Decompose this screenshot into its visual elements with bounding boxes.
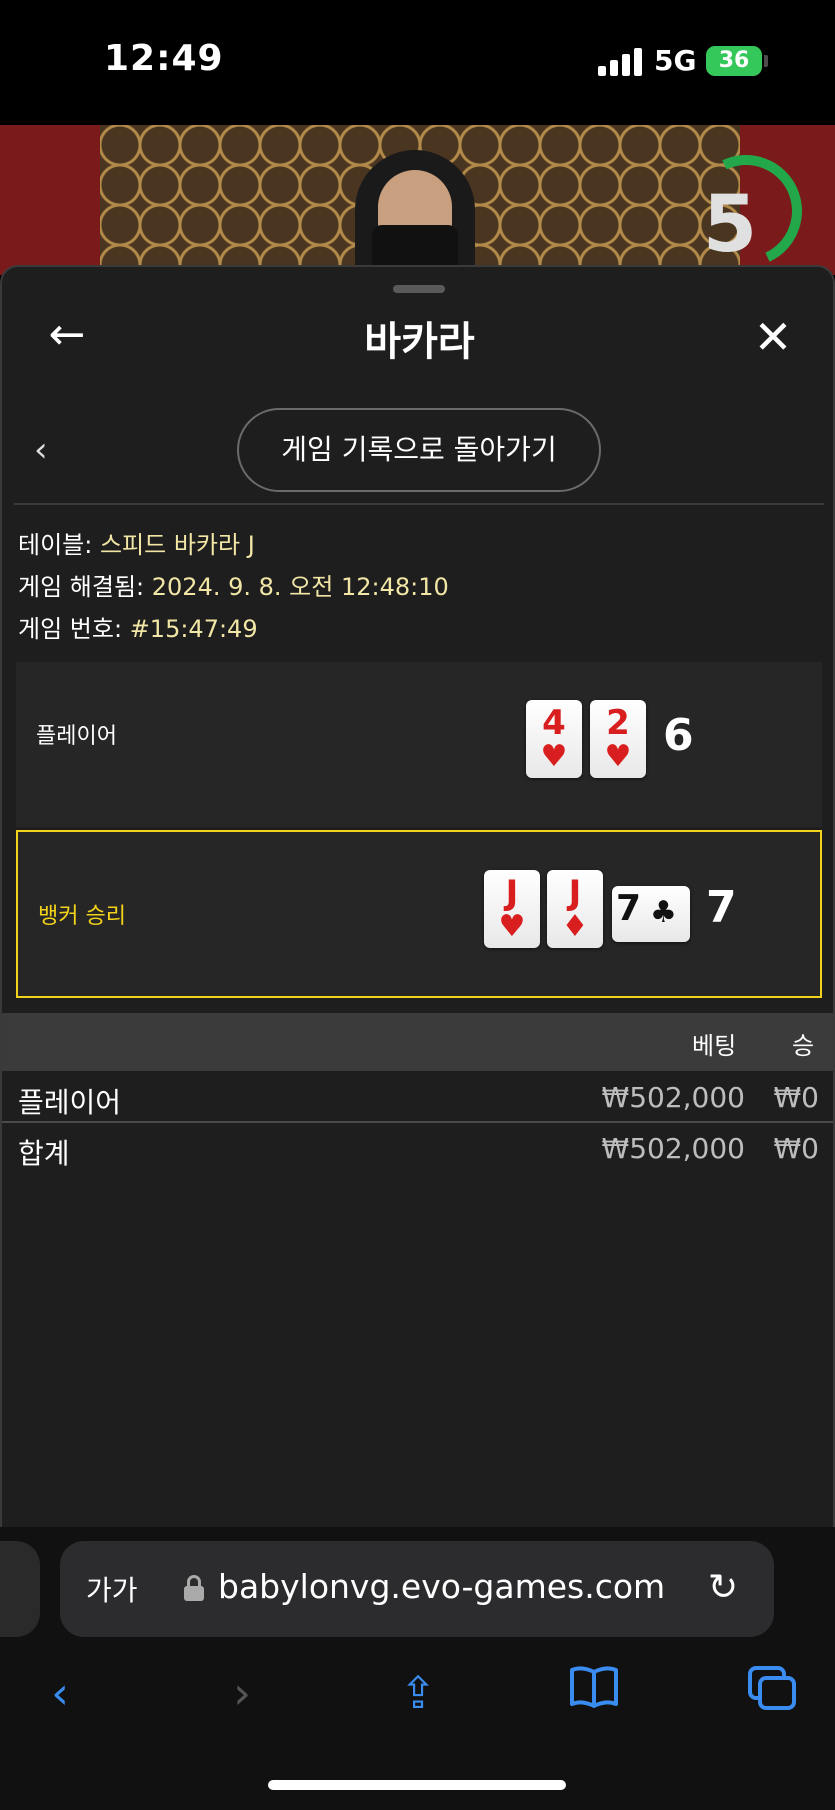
return-to-history-button[interactable]: 게임 기록으로 돌아가기	[237, 408, 601, 492]
countdown-timer: 5	[702, 180, 758, 270]
row-divider	[2, 1121, 833, 1123]
status-time: 12:49	[104, 38, 224, 79]
card-rank: 2	[606, 703, 630, 743]
share-icon[interactable]: ⇪	[388, 1664, 448, 1724]
playing-card: 2 ♥	[590, 700, 646, 778]
total-bet: ₩502,000	[601, 1132, 745, 1165]
total-win: ₩0	[773, 1132, 820, 1165]
banker-win-label: 뱅커 승리	[38, 904, 126, 929]
table-row: 플레이어 ₩502,000 ₩0	[2, 1073, 833, 1123]
win-amount: ₩0	[773, 1081, 820, 1114]
header-win: 승	[792, 1032, 815, 1060]
bet-amount: ₩502,000	[601, 1081, 745, 1114]
heart-suit-icon: ♥	[604, 739, 632, 774]
game-number-info: 게임 번호: #15:47:49	[18, 609, 258, 644]
table-row-total: 합계 ₩502,000 ₩0	[2, 1124, 833, 1174]
table-label: 테이블:	[18, 531, 93, 559]
divider	[14, 503, 824, 505]
playing-card: 4 ♥	[526, 700, 582, 778]
battery-cap	[764, 55, 768, 67]
network-type: 5G	[654, 44, 697, 77]
playing-card: J ♥	[484, 870, 540, 948]
table-value: 스피드 바카라 J	[99, 531, 255, 559]
bookmarks-icon[interactable]	[564, 1664, 624, 1724]
card-rank: 7	[616, 888, 642, 929]
player-hand-panel: 플레이어 4 ♥ 2 ♥ 6	[16, 662, 822, 827]
reload-icon[interactable]: ↻	[708, 1567, 738, 1608]
resolved-label: 게임 해결됨:	[18, 573, 145, 601]
cellular-signal-icon	[598, 48, 642, 76]
player-score: 6	[663, 710, 694, 761]
previous-tab-pill[interactable]	[0, 1541, 40, 1637]
close-icon[interactable]: ✕	[746, 310, 800, 364]
diamond-suit-icon: ♦	[561, 909, 589, 944]
card-rank: 4	[542, 703, 566, 743]
table-info: 테이블: 스피드 바카라 J	[18, 525, 255, 560]
playing-card: J ♦	[547, 870, 603, 948]
page-settings-button[interactable]: 가가	[86, 1569, 138, 1609]
playing-card: 7 ♣	[612, 886, 690, 942]
banker-score: 7	[706, 882, 737, 933]
bet-name: 플레이어	[18, 1086, 122, 1119]
resolved-value: 2024. 9. 8. 오전 12:48:10	[151, 573, 449, 601]
game-number-value: #15:47:49	[129, 615, 258, 643]
page-title: 바카라	[364, 319, 475, 365]
game-number-label: 게임 번호:	[18, 615, 123, 643]
banker-hand-panel: 뱅커 승리 J ♥ J ♦ 7 ♣ 7	[16, 830, 822, 998]
browser-bottom-bar: 가가 babylonvg.evo-games.com ↻ ‹ › ⇪	[0, 1527, 835, 1810]
back-icon[interactable]: ‹	[30, 1664, 90, 1724]
club-suit-icon: ♣	[650, 895, 677, 930]
lock-icon	[184, 1575, 204, 1601]
forward-icon[interactable]: ›	[212, 1664, 272, 1724]
live-video: 5	[0, 125, 835, 275]
card-rank: J	[568, 873, 582, 913]
address-bar[interactable]: 가가 babylonvg.evo-games.com ↻	[60, 1541, 774, 1637]
heart-suit-icon: ♥	[498, 909, 526, 944]
home-indicator[interactable]	[268, 1780, 566, 1790]
status-bar: 12:49 5G 36	[0, 0, 835, 125]
player-hand-label: 플레이어	[36, 724, 117, 749]
game-history-sheet: ← 바카라 ✕ ‹ 게임 기록으로 돌아가기 테이블: 스피드 바카라 J 게임…	[0, 265, 835, 1527]
bets-table-header: 베팅 승	[2, 1013, 833, 1071]
chevron-left-icon[interactable]: ‹	[34, 430, 48, 470]
battery-icon: 36	[706, 46, 762, 76]
heart-suit-icon: ♥	[540, 739, 568, 774]
url-text[interactable]: babylonvg.evo-games.com	[218, 1567, 665, 1606]
resolved-info: 게임 해결됨: 2024. 9. 8. 오전 12:48:10	[18, 567, 449, 602]
sheet-grabber[interactable]	[393, 285, 445, 293]
header-bet: 베팅	[692, 1032, 737, 1060]
tabs-icon[interactable]	[742, 1664, 802, 1724]
total-label: 합계	[18, 1137, 70, 1170]
card-rank: J	[505, 873, 519, 913]
